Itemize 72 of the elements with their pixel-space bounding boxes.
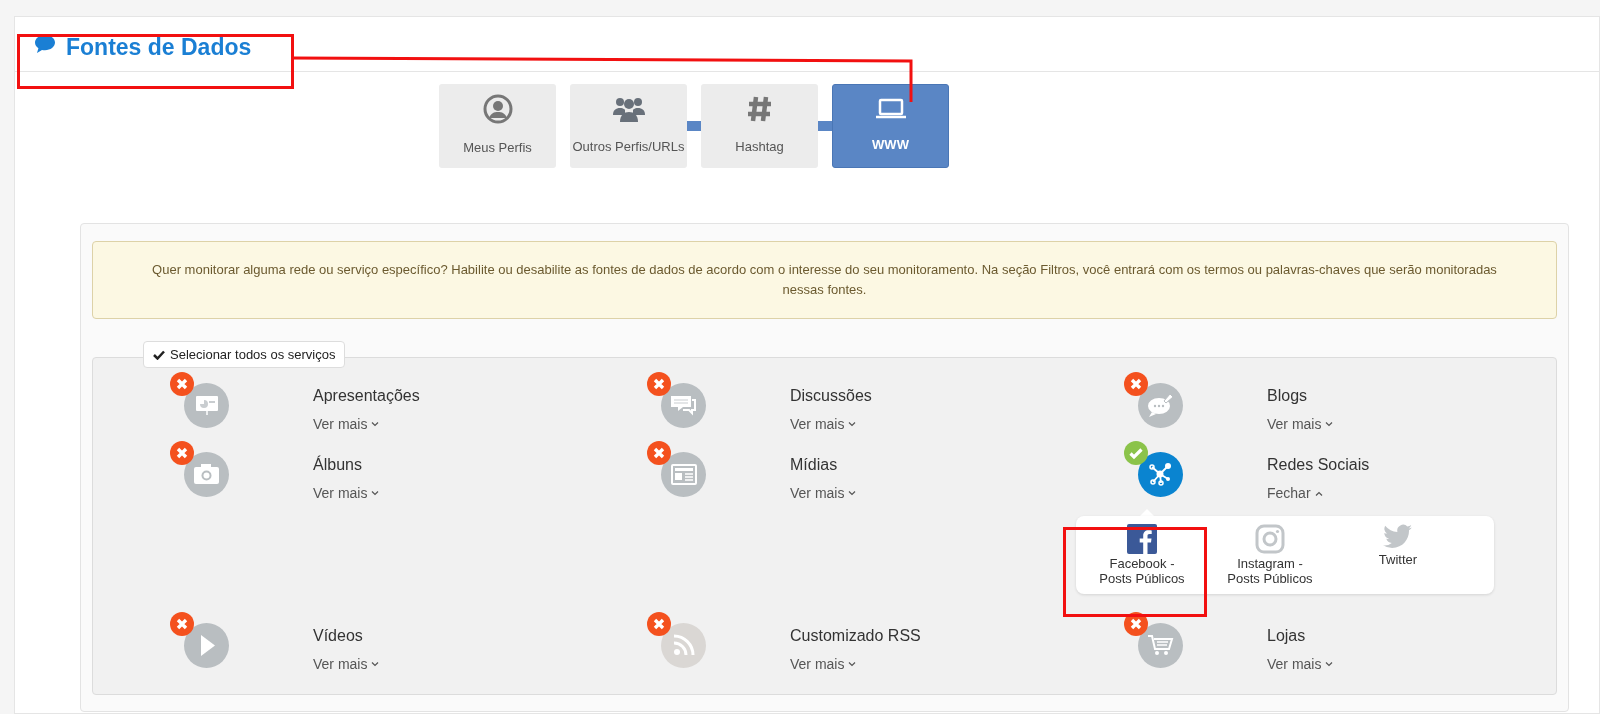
chevron-down-icon	[371, 422, 380, 427]
page-title: Fontes de Dados	[66, 32, 252, 62]
expand-link[interactable]: Ver mais	[1267, 654, 1334, 675]
chat-bubble-icon	[34, 34, 56, 54]
select-all-button[interactable]: Selecionar todos os serviços	[143, 341, 346, 368]
service-name: Customizado RSS	[790, 626, 921, 646]
step-tab[interactable]: Meus Perfis	[439, 84, 556, 168]
service-toggle[interactable]	[647, 612, 706, 668]
expand-link[interactable]: Ver mais	[790, 654, 857, 675]
service-toggle[interactable]	[170, 612, 229, 668]
users-group-icon	[611, 95, 646, 124]
collapse-link[interactable]: Fechar	[1267, 483, 1323, 504]
checkmark-badge-icon	[1124, 441, 1148, 465]
expand-link[interactable]: Ver mais	[313, 654, 380, 675]
chevron-up-icon	[1314, 491, 1323, 496]
info-notice: Quer monitorar alguma rede ou serviço específico? Habilite ou desabilite as fontes de dados de acordo com o interesse do seu monitoramento. Na seção Filtros, você entrará com os termos ou palavras-chaves que serão monitoradas nessas fontes.	[92, 241, 1557, 319]
chat-bubbles-icon	[661, 383, 706, 428]
service-name: Apresentações	[313, 386, 420, 406]
camera-icon	[184, 452, 229, 497]
service-name: Blogs	[1267, 386, 1308, 406]
social-network-option[interactable]: Instagram - Posts Públicos	[1206, 516, 1334, 594]
service-name: Lojas	[1267, 626, 1306, 646]
close-badge-icon	[170, 441, 194, 465]
step-tab[interactable]: Hashtag	[701, 84, 818, 168]
chevron-down-icon	[848, 662, 857, 667]
service-name: Vídeos	[313, 626, 363, 646]
chevron-down-icon	[371, 662, 380, 667]
shopping-cart-icon	[1138, 623, 1183, 668]
chevron-down-icon	[1325, 662, 1334, 667]
service-toggle[interactable]	[170, 372, 229, 428]
checkmark-icon	[153, 349, 165, 360]
presentation-board-icon	[184, 383, 229, 428]
service-name: Álbuns	[313, 454, 362, 475]
newspaper-icon	[661, 452, 706, 497]
service-name: Discussões	[790, 386, 872, 406]
bird-logo-icon	[1383, 524, 1413, 550]
close-badge-icon	[647, 441, 671, 465]
rss-feed-icon	[661, 623, 706, 668]
expand-link[interactable]: Ver mais	[790, 414, 857, 435]
service-toggle[interactable]	[1124, 372, 1183, 428]
service-toggle[interactable]	[647, 372, 706, 428]
service-toggle[interactable]	[1124, 612, 1183, 668]
social-network-option[interactable]: Facebook - Posts Públicos	[1078, 516, 1206, 594]
expand-link[interactable]: Ver mais	[313, 483, 380, 504]
hash-icon	[746, 95, 773, 124]
social-network-option[interactable]: Twitter	[1334, 516, 1462, 594]
close-badge-icon	[1124, 372, 1148, 396]
instagram-logo-icon	[1255, 524, 1285, 554]
expand-link[interactable]: Ver mais	[1267, 414, 1334, 435]
expand-link[interactable]: Ver mais	[790, 483, 857, 504]
chevron-down-icon	[848, 491, 857, 496]
chevron-down-icon	[371, 491, 380, 496]
play-icon	[184, 623, 229, 668]
service-toggle[interactable]	[1124, 441, 1183, 497]
expand-link[interactable]: Ver mais	[313, 414, 380, 435]
service-name: Mídias	[790, 455, 838, 475]
close-badge-icon	[170, 372, 194, 396]
service-name: Redes Sociais	[1267, 455, 1370, 475]
service-toggle[interactable]	[170, 441, 229, 497]
close-badge-icon	[647, 372, 671, 396]
network-nodes-icon	[1138, 452, 1183, 497]
close-badge-icon	[170, 612, 194, 636]
chevron-down-icon	[848, 422, 857, 427]
facebook-logo-icon	[1127, 524, 1157, 554]
service-toggle[interactable]	[647, 441, 706, 497]
speech-bubble-pen-icon	[1138, 383, 1183, 428]
step-tab[interactable]: Outros Perfis/URLs	[570, 84, 687, 168]
close-badge-icon	[647, 612, 671, 636]
step-tab[interactable]: WWW	[832, 84, 949, 168]
user-icon	[482, 94, 513, 125]
close-badge-icon	[1124, 612, 1148, 636]
chevron-down-icon	[1325, 422, 1334, 427]
